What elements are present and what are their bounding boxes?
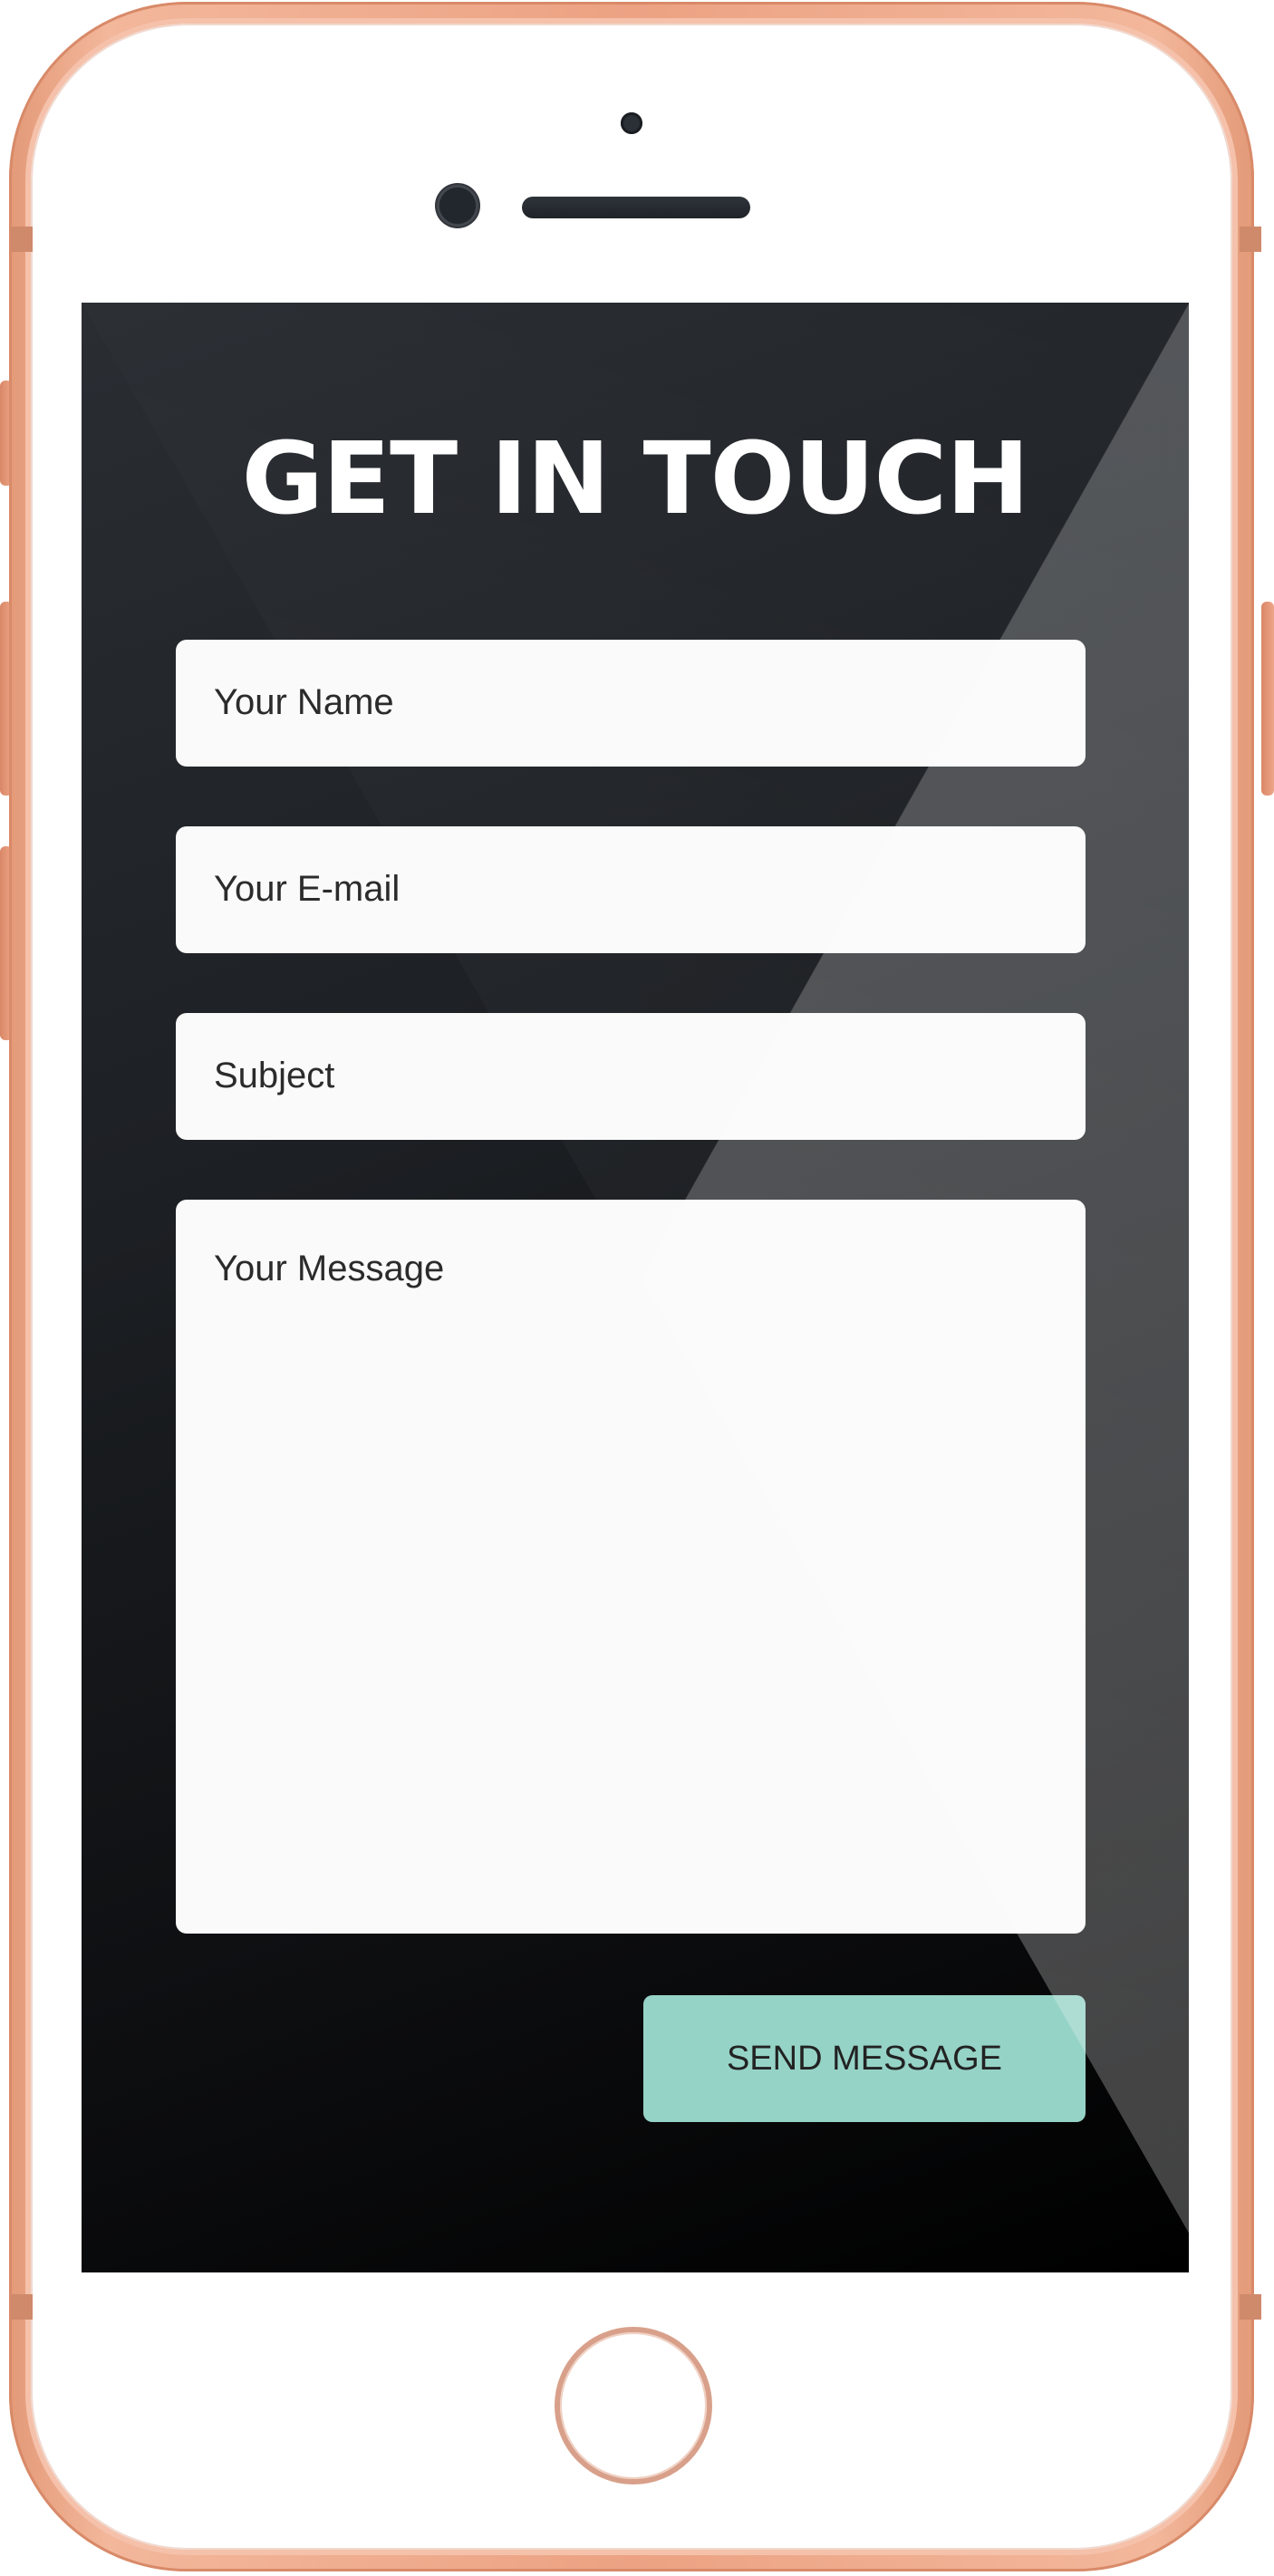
power-button[interactable] [1261, 602, 1274, 796]
earpiece-speaker [522, 197, 750, 218]
home-button[interactable] [560, 2332, 707, 2479]
message-textarea[interactable]: Your Message [176, 1200, 1086, 1934]
subject-input[interactable]: Subject [176, 1013, 1086, 1140]
antenna-band [11, 2294, 33, 2320]
email-placeholder: Your E-mail [214, 869, 401, 909]
front-camera-icon [435, 183, 480, 228]
message-placeholder: Your Message [214, 1249, 445, 1288]
send-message-button[interactable]: SEND MESSAGE [643, 1995, 1086, 2122]
subject-placeholder: Subject [214, 1056, 335, 1095]
front-sensor-icon [621, 112, 642, 134]
email-input[interactable]: Your E-mail [176, 826, 1086, 953]
antenna-band [1240, 227, 1261, 252]
antenna-band [11, 227, 33, 252]
name-placeholder: Your Name [214, 682, 394, 722]
page-title: GET IN TOUCH [241, 420, 1030, 536]
antenna-band [1240, 2294, 1261, 2320]
phone-screen: GET IN TOUCH Your Name Your E-mail Subje… [82, 303, 1189, 2272]
name-input[interactable]: Your Name [176, 640, 1086, 767]
